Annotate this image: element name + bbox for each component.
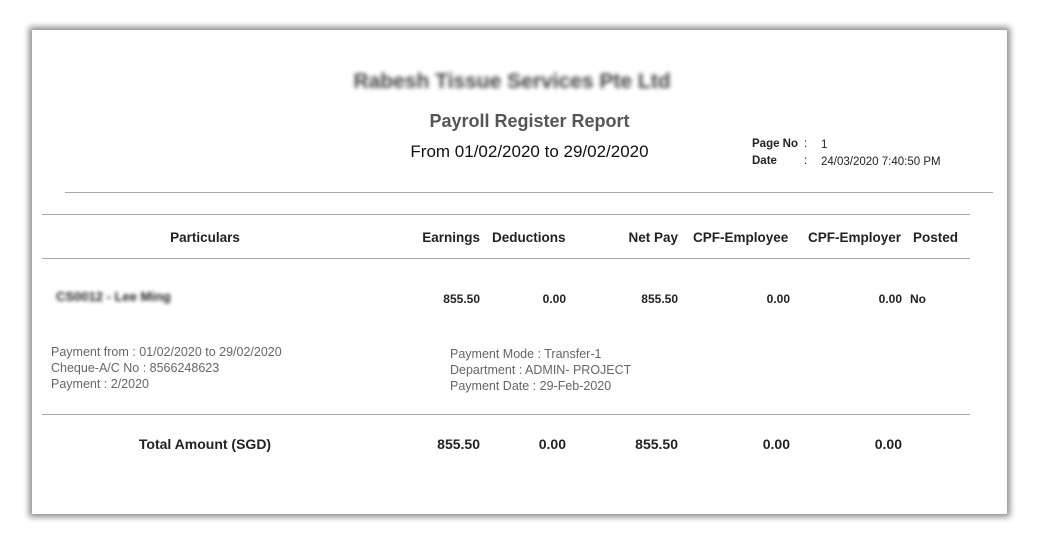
total-label: Total Amount (SGD) xyxy=(138,436,272,452)
col-cpf-employee: CPF-Employee xyxy=(693,230,789,245)
total-deductions: 0.00 xyxy=(538,436,566,452)
col-net-pay: Net Pay xyxy=(628,230,678,245)
payment-details-right: Payment Mode : Transfer-1 Department : A… xyxy=(450,346,631,394)
cell-cpf-employee: 0.00 xyxy=(766,292,790,306)
payment-from: Payment from : 01/02/2020 to 29/02/2020 xyxy=(51,345,282,359)
col-particulars: Particulars xyxy=(170,230,240,245)
page-no-colon: : xyxy=(804,138,808,150)
total-earnings: 855.50 xyxy=(437,436,480,452)
cell-cpf-employer: 0.00 xyxy=(878,292,902,306)
date-label: Date xyxy=(752,155,777,167)
date-colon: : xyxy=(804,155,808,167)
totals-rule xyxy=(42,414,970,415)
payment-details-left: Payment from : 01/02/2020 to 29/02/2020 … xyxy=(51,344,282,392)
page-no-value: 1 xyxy=(821,139,828,151)
report-title: Payroll Register Report xyxy=(429,111,630,131)
total-net-pay: 855.50 xyxy=(635,436,678,452)
col-posted: Posted xyxy=(913,230,959,245)
cheque-account-no: Cheque-A/C No : 8566248623 xyxy=(51,361,220,375)
payment-date: Payment Date : 29-Feb-2020 xyxy=(450,379,612,393)
cell-posted: No xyxy=(910,292,926,306)
company-name: Rabesh Tissue Services Pte Ltd xyxy=(353,70,671,93)
payment-number: Payment : 2/2020 xyxy=(51,377,149,391)
header-divider xyxy=(65,192,993,193)
col-cpf-employer: CPF-Employer xyxy=(808,230,902,245)
report-page: Rabesh Tissue Services Pte Ltd Payroll R… xyxy=(32,30,1007,514)
cell-earnings: 855.50 xyxy=(443,292,480,306)
report-period: From 01/02/2020 to 29/02/2020 xyxy=(410,142,649,161)
total-cpf-employer: 0.00 xyxy=(874,436,902,452)
department: Department : ADMIN- PROJECT xyxy=(450,363,632,377)
cell-deductions: 0.00 xyxy=(542,292,566,306)
cell-net-pay: 855.50 xyxy=(641,292,678,306)
col-earnings: Earnings xyxy=(422,230,480,245)
table-header-rule xyxy=(42,258,970,259)
employee-name: CS0012 - Lee Ming xyxy=(56,289,171,304)
total-cpf-employee: 0.00 xyxy=(762,436,790,452)
payment-mode: Payment Mode : Transfer-1 xyxy=(450,347,602,361)
col-deductions: Deductions xyxy=(492,230,566,245)
date-value: 24/03/2020 7:40:50 PM xyxy=(821,156,941,168)
page-no-label: Page No xyxy=(752,138,799,150)
table-top-rule xyxy=(42,214,970,215)
